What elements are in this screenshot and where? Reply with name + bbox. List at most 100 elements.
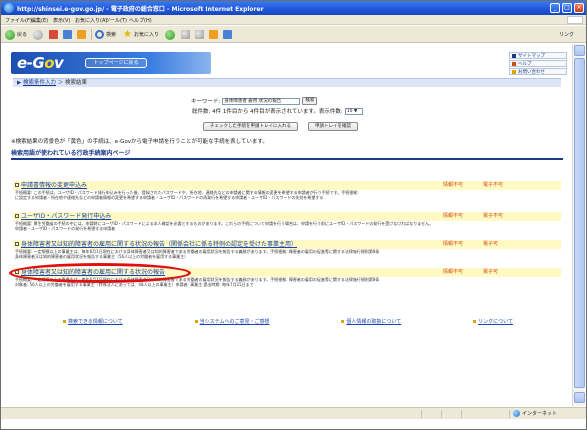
bullet-icon <box>473 320 477 323</box>
internet-explorer-icon <box>4 3 14 13</box>
info-status-tag: 情報不可 <box>443 269 464 275</box>
keyword-search-button[interactable]: 検索 <box>302 97 318 105</box>
print-button[interactable] <box>195 29 206 40</box>
star-icon: ★ <box>123 28 132 40</box>
history-icon <box>165 29 175 40</box>
footer-link-privacy[interactable]: 個人情報の取扱について <box>341 318 401 325</box>
page-content: e-Gov トップページに戻る サイトマップ ヘルプ お問い合わせ ▶ 検索条件… <box>3 44 572 406</box>
status-divider <box>461 410 462 418</box>
breadcrumb-search-conditions[interactable]: 検索条件入力 <box>23 80 56 86</box>
footer-link-searchable-info[interactable]: 検索できる情報について <box>63 318 123 325</box>
footer-links: 検索できる情報について 当システムへのご意見・ご感想 個人情報の取扱について リ… <box>63 318 513 325</box>
status-divider <box>441 410 442 418</box>
e-filing-status-tag: 電子不可 <box>483 182 504 188</box>
favorites-label: お気に入り <box>133 32 159 38</box>
forward-arrow-icon <box>33 29 43 40</box>
stop-button[interactable] <box>49 29 60 40</box>
result-title-link[interactable]: 身体障害者又は知的障害者の雇用に関する状況の報告（関係会社に係る特例の認定を受け… <box>21 241 297 248</box>
keyword-row: キーワード: 身体障害者 雇用 状況の報告 検索 <box>191 97 318 105</box>
result-header: 申請書情報の変更申込み 情報不可 電子不可 <box>13 181 561 190</box>
footer-link-linking[interactable]: リンクについて <box>473 318 513 325</box>
header-side-links: サイトマップ ヘルプ お問い合わせ <box>509 52 567 76</box>
refresh-button[interactable] <box>63 29 74 40</box>
back-arrow-icon <box>5 29 15 40</box>
breadcrumb-current: 検索結果 <box>65 80 88 86</box>
close-button[interactable]: × <box>574 3 584 13</box>
home-icon <box>77 30 86 39</box>
mail-icon <box>512 69 516 74</box>
breadcrumb-separator: ＞ <box>56 80 65 86</box>
scroll-down-arrow-icon[interactable] <box>574 392 585 403</box>
back-to-top-link[interactable]: トップページに戻る <box>85 58 147 68</box>
result-description: に設定する申請者・所在地や連絡先などの申請者情報の変更を希望する申請者・ユーザI… <box>15 195 324 200</box>
egov-logo[interactable]: e-Gov <box>17 54 64 72</box>
search-button[interactable]: 検索 <box>95 29 116 40</box>
links-button[interactable]: リンク <box>559 29 574 40</box>
result-description: 身体障害者又は知的障害者の雇用状況を報告する事業主（56人以上の労働者を雇用する… <box>15 254 189 259</box>
internet-zone-icon <box>513 410 520 417</box>
footer-link-feedback[interactable]: 当システムへのご意見・ご感想 <box>194 318 270 325</box>
contact-link[interactable]: お問い合わせ <box>509 68 567 75</box>
menu-item-help[interactable]: ヘルプ(H) <box>129 17 152 24</box>
sitemap-link[interactable]: サイトマップ <box>509 52 567 59</box>
toolbar: 戻る 検索 ★ お気に入り リンク <box>1 26 586 43</box>
bullet-icon <box>194 320 198 323</box>
favorites-button[interactable]: ★ お気に入り <box>123 29 159 40</box>
result-title-link[interactable]: 申請書情報の変更申込み <box>21 182 87 189</box>
menu-item-favorites[interactable]: お気に入り(A) <box>75 17 107 24</box>
vertical-scrollbar[interactable] <box>572 44 585 406</box>
e-filing-status-tag: 電子可 <box>483 241 499 247</box>
status-divider <box>509 410 510 418</box>
result-count-row: 総件数: 4件 1件目から 4件目が表示されています。表示件数: 10 ▼ <box>192 107 363 115</box>
messenger-icon <box>223 30 232 39</box>
result-description: 申請者・ユーザID・パスワードの発行を希望する申請者 <box>15 226 116 231</box>
back-button[interactable]: 戻る <box>5 29 27 40</box>
menu-item-tools[interactable]: ツール(T) <box>105 17 127 24</box>
edit-page-button[interactable] <box>209 29 220 40</box>
section-title: 検索用語が使われている行政手続案内ページ <box>11 150 563 160</box>
status-divider <box>421 410 422 418</box>
folder-icon <box>209 30 218 39</box>
keyword-input[interactable]: 身体障害者 雇用 状況の報告 <box>222 97 301 105</box>
history-button[interactable] <box>165 29 177 40</box>
per-page-select[interactable]: 10 ▼ <box>344 107 363 115</box>
result-title-link[interactable]: ユーザID・パスワード発行申込み <box>21 213 111 220</box>
sitemap-icon <box>512 53 516 58</box>
red-highlight-oval <box>9 263 191 283</box>
search-icon <box>95 30 104 39</box>
zone-label: インターネット <box>522 411 558 417</box>
minimize-button[interactable]: _ <box>550 3 560 13</box>
info-status-tag: 情報不可 <box>443 182 464 188</box>
maximize-button[interactable]: □ <box>562 3 572 13</box>
help-link[interactable]: ヘルプ <box>509 60 567 67</box>
menu-item-view[interactable]: 表示(V) <box>53 17 70 24</box>
messenger-button[interactable] <box>223 29 234 40</box>
menu-bar: ファイル(F) 編集(E) 表示(V) お気に入り(A) ツール(T) ヘルプ(… <box>1 15 586 25</box>
back-label: 戻る <box>17 32 28 38</box>
result-item: 申請書情報の変更申込み 情報不可 電子不可 手続概要: この手続は、ユーザID・… <box>13 181 561 200</box>
info-status-tag: 情報不可 <box>443 241 464 247</box>
security-zone: インターネット <box>513 410 557 417</box>
result-checkbox[interactable] <box>15 183 19 187</box>
result-checkbox[interactable] <box>15 242 19 246</box>
yellow-background-note: ※検索結果の背景色が「黄色」の手続は、e-Govから電子申請を行うことが可能な手… <box>11 139 268 145</box>
result-header: ユーザID・パスワード発行申込み 情報不可 電子不可 <box>13 212 561 221</box>
egov-banner: e-Gov トップページに戻る <box>11 52 211 74</box>
stop-icon <box>49 30 58 39</box>
scroll-up-arrow-icon[interactable] <box>574 45 585 56</box>
browser-window: http://shinsei.e-gov.go.jp/ - 電子政府の総合窓口 … <box>0 0 587 430</box>
forward-button[interactable] <box>33 29 45 40</box>
result-checkbox[interactable] <box>15 214 19 218</box>
menu-item-file[interactable]: ファイル(F) <box>5 17 32 24</box>
title-bar: http://shinsei.e-gov.go.jp/ - 電子政府の総合窓口 … <box>1 1 586 15</box>
home-button[interactable] <box>77 29 88 40</box>
tray-buttons: チェックした手続を申請トレイに入れる 申請トレイを確認 <box>203 122 358 131</box>
add-to-tray-button[interactable]: チェックした手続を申請トレイに入れる <box>203 122 298 131</box>
mail-button[interactable] <box>181 29 192 40</box>
toolbar-divider <box>91 29 92 40</box>
info-status-tag: 情報不可 <box>443 213 464 219</box>
mail-icon <box>181 30 190 39</box>
check-tray-button[interactable]: 申請トレイを確認 <box>308 122 358 131</box>
menu-item-edit[interactable]: 編集(E) <box>31 17 48 24</box>
scroll-thumb[interactable] <box>574 58 585 388</box>
